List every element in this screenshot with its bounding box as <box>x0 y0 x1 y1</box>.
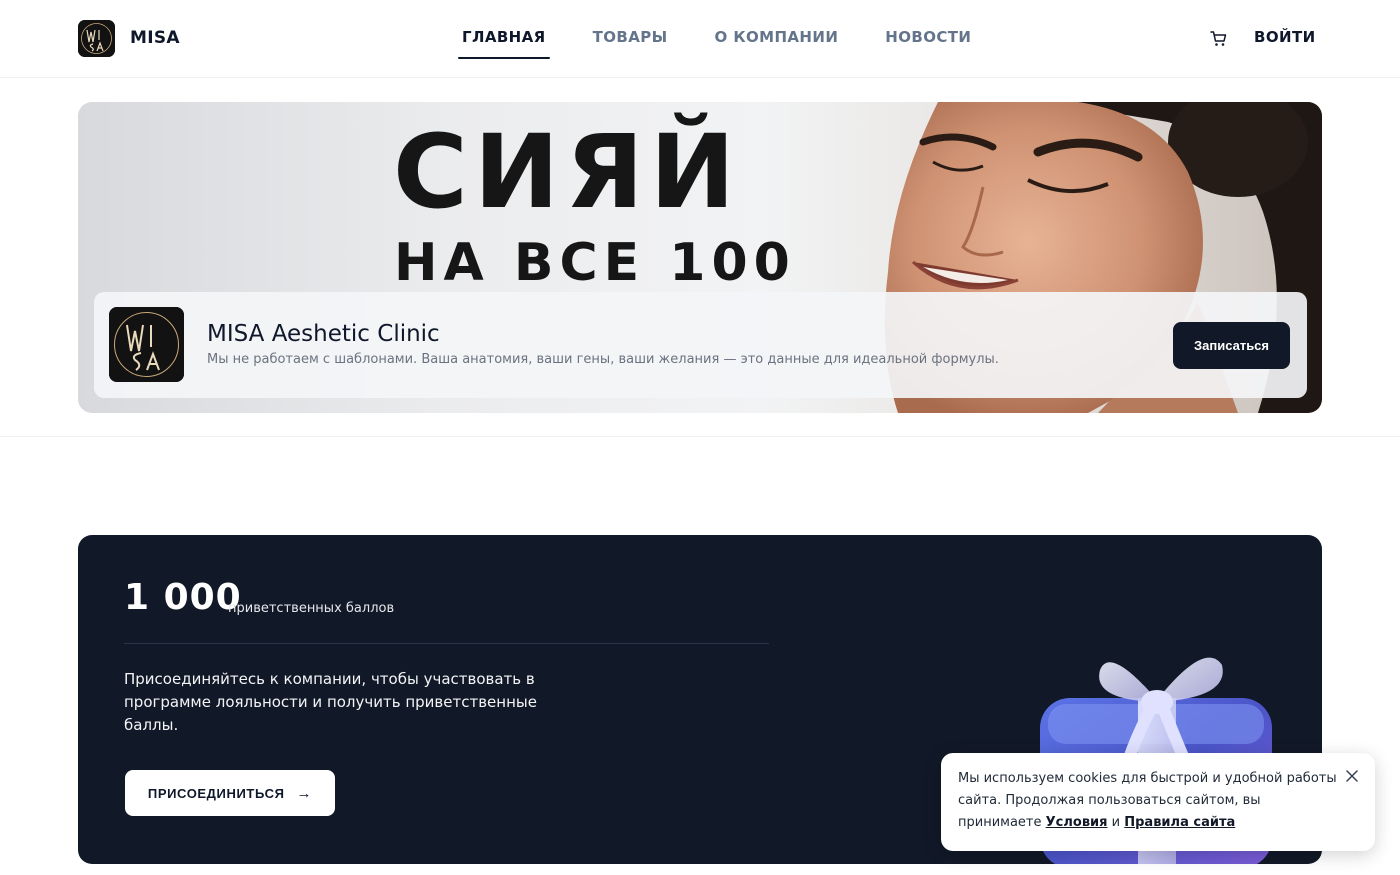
loyalty-points-label: приветственных баллов <box>228 601 395 616</box>
site-rules-link[interactable]: Правила сайта <box>1124 815 1235 830</box>
arrow-right-icon: → <box>296 784 313 802</box>
terms-link[interactable]: Условия <box>1046 815 1108 830</box>
login-link[interactable]: ВОЙТИ <box>1254 28 1316 46</box>
hero-headline: СИЯЙ <box>393 113 742 232</box>
cart-icon[interactable] <box>1209 28 1229 48</box>
cookie-text: Мы используем cookies для быстрой и удоб… <box>958 768 1338 834</box>
join-button-label: ПРИСОЕДИНИТЬСЯ <box>147 785 285 801</box>
main-nav: ГЛАВНАЯ ТОВАРЫ О КОМПАНИИ НОВОСТИ <box>458 28 1018 59</box>
nav-item-about[interactable]: О КОМПАНИИ <box>715 28 839 46</box>
clinic-description: Мы не работаем с шаблонами. Ваша анатоми… <box>207 352 999 367</box>
hero-subheadline: НА ВСЕ 100 <box>394 233 796 293</box>
loyalty-divider <box>124 643 769 644</box>
brand-name[interactable]: MISA <box>130 28 180 48</box>
nav-item-news[interactable]: НОВОСТИ <box>885 28 971 46</box>
site-header: MISA ГЛАВНАЯ ТОВАРЫ О КОМПАНИИ НОВОСТИ В… <box>0 0 1400 78</box>
loyalty-description: Присоединяйтесь к компании, чтобы участв… <box>124 670 537 734</box>
nav-item-products[interactable]: ТОВАРЫ <box>593 28 668 46</box>
section-divider <box>0 436 1400 437</box>
clinic-title: MISA Aeshetic Clinic <box>207 321 440 347</box>
close-icon[interactable] <box>1344 768 1360 784</box>
nav-item-home[interactable]: ГЛАВНАЯ <box>458 28 550 59</box>
signup-button[interactable]: Записаться <box>1173 322 1290 369</box>
loyalty-points-value: 1 000 <box>124 577 242 618</box>
join-button[interactable]: ПРИСОЕДИНИТЬСЯ → <box>125 770 335 816</box>
clinic-logo-icon <box>109 307 184 382</box>
cookie-conjunction: и <box>1111 815 1121 830</box>
logo-icon[interactable] <box>78 20 115 57</box>
